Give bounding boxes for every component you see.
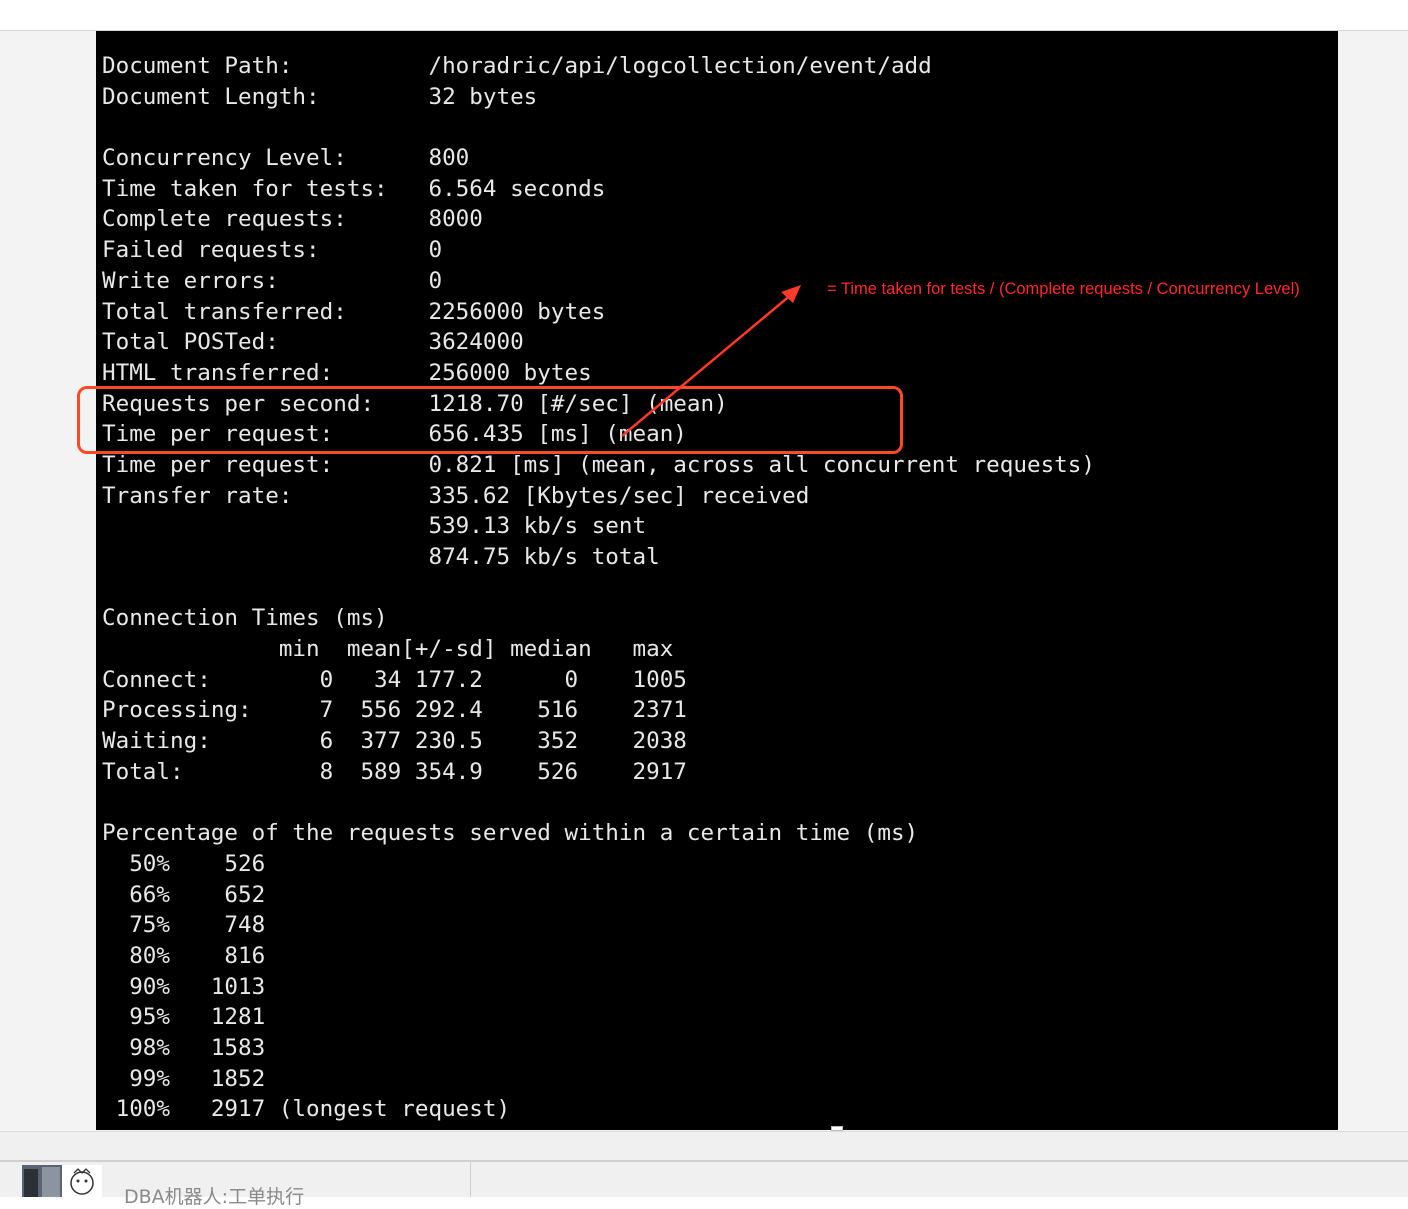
user-avatar-icon[interactable] [22,1165,102,1197]
divider [0,1160,1408,1162]
arrow-icon [621,285,801,437]
divider [470,1162,471,1197]
annotation-note: = Time taken for tests / (Complete reque… [827,280,1300,298]
bottom-task-strip: DBA机器人:工单执行 [0,1131,1408,1208]
